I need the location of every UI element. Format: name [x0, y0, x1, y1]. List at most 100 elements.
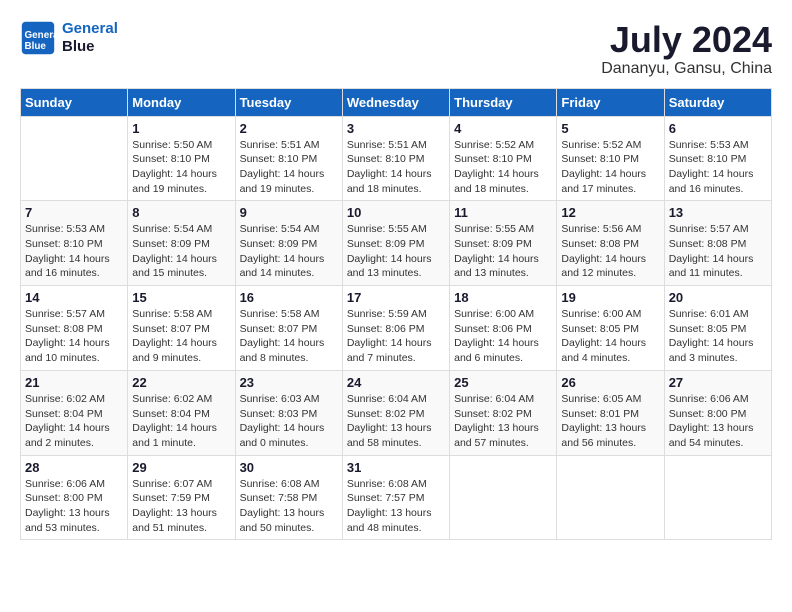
calendar-cell: 4Sunrise: 5:52 AMSunset: 8:10 PMDaylight…: [450, 116, 557, 201]
calendar-cell: 24 Sunrise: 6:04 AMSunset: 8:02 PMDayligh…: [342, 370, 449, 455]
day-number: 20: [669, 290, 767, 305]
day-number: 19: [561, 290, 659, 305]
day-info: Sunrise: 6:00 AMSunset: 8:05 PMDaylight:…: [561, 307, 659, 366]
calendar-cell: 6Sunrise: 5:53 AMSunset: 8:10 PMDaylight…: [664, 116, 771, 201]
calendar-cell: 15 Sunrise: 5:58 AMSunset: 8:07 PMDayligh…: [128, 286, 235, 371]
day-info: Sunrise: 5:50 AMSunset: 8:10 PMDaylight:…: [132, 138, 230, 197]
calendar-cell: 9Sunrise: 5:54 AMSunset: 8:09 PMDaylight…: [235, 201, 342, 286]
day-info: Sunrise: 6:07 AMSunset: 7:59 PMDaylight:…: [132, 477, 230, 536]
calendar-week-row: 7Sunrise: 5:53 AMSunset: 8:10 PMDaylight…: [21, 201, 772, 286]
day-number: 12: [561, 205, 659, 220]
logo: General Blue General Blue: [20, 20, 118, 56]
day-number: 23: [240, 375, 338, 390]
day-info: Sunrise: 5:59 AMSunset: 8:06 PMDaylight:…: [347, 307, 445, 366]
calendar-week-row: 1 Sunrise: 5:50 AMSunset: 8:10 PMDaylight…: [21, 116, 772, 201]
day-info: Sunrise: 6:02 AMSunset: 8:04 PMDaylight:…: [132, 392, 230, 451]
weekday-header-friday: Friday: [557, 88, 664, 116]
day-info: Sunrise: 5:57 AMSunset: 8:08 PMDaylight:…: [669, 222, 767, 281]
calendar-cell: 23Sunrise: 6:03 AMSunset: 8:03 PMDayligh…: [235, 370, 342, 455]
day-number: 16: [240, 290, 338, 305]
day-info: Sunrise: 5:56 AMSunset: 8:08 PMDaylight:…: [561, 222, 659, 281]
calendar-cell: 13Sunrise: 5:57 AMSunset: 8:08 PMDayligh…: [664, 201, 771, 286]
day-info: Sunrise: 6:06 AMSunset: 8:00 PMDaylight:…: [669, 392, 767, 451]
day-number: 30: [240, 460, 338, 475]
day-info: Sunrise: 5:53 AMSunset: 8:10 PMDaylight:…: [669, 138, 767, 197]
day-info: Sunrise: 6:06 AMSunset: 8:00 PMDaylight:…: [25, 477, 123, 536]
day-number: 27: [669, 375, 767, 390]
weekday-header-wednesday: Wednesday: [342, 88, 449, 116]
day-info: Sunrise: 5:55 AMSunset: 8:09 PMDaylight:…: [347, 222, 445, 281]
day-number: 26: [561, 375, 659, 390]
page-header: General Blue General Blue July 2024 Dana…: [20, 20, 772, 78]
day-number: 2: [240, 121, 338, 136]
calendar-cell: 27 Sunrise: 6:06 AMSunset: 8:00 PMDayligh…: [664, 370, 771, 455]
month-title: July 2024: [601, 20, 772, 60]
day-info: Sunrise: 5:52 AMSunset: 8:10 PMDaylight:…: [454, 138, 552, 197]
day-number: 18: [454, 290, 552, 305]
calendar-cell: 2Sunrise: 5:51 AMSunset: 8:10 PMDaylight…: [235, 116, 342, 201]
calendar-cell: 25Sunrise: 6:04 AMSunset: 8:02 PMDayligh…: [450, 370, 557, 455]
day-number: 17: [347, 290, 445, 305]
day-info: Sunrise: 5:52 AMSunset: 8:10 PMDaylight:…: [561, 138, 659, 197]
calendar-cell: 29 Sunrise: 6:07 AMSunset: 7:59 PMDayligh…: [128, 455, 235, 540]
day-info: Sunrise: 6:08 AMSunset: 7:58 PMDaylight:…: [240, 477, 338, 536]
day-number: 28: [25, 460, 123, 475]
calendar-week-row: 28 Sunrise: 6:06 AMSunset: 8:00 PMDayligh…: [21, 455, 772, 540]
day-number: 5: [561, 121, 659, 136]
calendar-cell: [557, 455, 664, 540]
calendar-cell: 19 Sunrise: 6:00 AMSunset: 8:05 PMDayligh…: [557, 286, 664, 371]
day-info: Sunrise: 5:58 AMSunset: 8:07 PMDaylight:…: [132, 307, 230, 366]
day-info: Sunrise: 6:04 AMSunset: 8:02 PMDaylight:…: [347, 392, 445, 451]
logo-icon: General Blue: [20, 20, 56, 56]
day-number: 3: [347, 121, 445, 136]
logo-text: General Blue: [62, 20, 118, 56]
day-info: Sunrise: 5:58 AMSunset: 8:07 PMDaylight:…: [240, 307, 338, 366]
day-number: 1: [132, 121, 230, 136]
day-number: 25: [454, 375, 552, 390]
calendar-cell: 11 Sunrise: 5:55 AMSunset: 8:09 PMDayligh…: [450, 201, 557, 286]
calendar-week-row: 21 Sunrise: 6:02 AMSunset: 8:04 PMDayligh…: [21, 370, 772, 455]
calendar-cell: 26 Sunrise: 6:05 AMSunset: 8:01 PMDayligh…: [557, 370, 664, 455]
calendar-cell: 20 Sunrise: 6:01 AMSunset: 8:05 PMDayligh…: [664, 286, 771, 371]
weekday-header-thursday: Thursday: [450, 88, 557, 116]
day-number: 9: [240, 205, 338, 220]
calendar-cell: 1 Sunrise: 5:50 AMSunset: 8:10 PMDaylight…: [128, 116, 235, 201]
calendar-cell: 3Sunrise: 5:51 AMSunset: 8:10 PMDaylight…: [342, 116, 449, 201]
calendar-cell: 18 Sunrise: 6:00 AMSunset: 8:06 PMDayligh…: [450, 286, 557, 371]
day-number: 21: [25, 375, 123, 390]
calendar-cell: 22 Sunrise: 6:02 AMSunset: 8:04 PMDayligh…: [128, 370, 235, 455]
day-info: Sunrise: 6:05 AMSunset: 8:01 PMDaylight:…: [561, 392, 659, 451]
weekday-header-saturday: Saturday: [664, 88, 771, 116]
calendar-cell: [664, 455, 771, 540]
calendar-cell: 14Sunrise: 5:57 AMSunset: 8:08 PMDayligh…: [21, 286, 128, 371]
day-number: 10: [347, 205, 445, 220]
day-number: 31: [347, 460, 445, 475]
day-info: Sunrise: 5:55 AMSunset: 8:09 PMDaylight:…: [454, 222, 552, 281]
calendar-cell: 7Sunrise: 5:53 AMSunset: 8:10 PMDaylight…: [21, 201, 128, 286]
day-info: Sunrise: 5:53 AMSunset: 8:10 PMDaylight:…: [25, 222, 123, 281]
location-subtitle: Dananyu, Gansu, China: [601, 60, 772, 78]
day-info: Sunrise: 6:00 AMSunset: 8:06 PMDaylight:…: [454, 307, 552, 366]
day-number: 15: [132, 290, 230, 305]
day-number: 11: [454, 205, 552, 220]
calendar-cell: [21, 116, 128, 201]
day-info: Sunrise: 6:02 AMSunset: 8:04 PMDaylight:…: [25, 392, 123, 451]
weekday-header-tuesday: Tuesday: [235, 88, 342, 116]
calendar-cell: 30 Sunrise: 6:08 AMSunset: 7:58 PMDayligh…: [235, 455, 342, 540]
svg-text:Blue: Blue: [25, 41, 47, 52]
calendar-table: SundayMondayTuesdayWednesdayThursdayFrid…: [20, 88, 772, 541]
calendar-cell: 16 Sunrise: 5:58 AMSunset: 8:07 PMDayligh…: [235, 286, 342, 371]
calendar-cell: 28 Sunrise: 6:06 AMSunset: 8:00 PMDayligh…: [21, 455, 128, 540]
title-block: July 2024 Dananyu, Gansu, China: [601, 20, 772, 78]
day-number: 22: [132, 375, 230, 390]
calendar-cell: 10 Sunrise: 5:55 AMSunset: 8:09 PMDayligh…: [342, 201, 449, 286]
calendar-week-row: 14Sunrise: 5:57 AMSunset: 8:08 PMDayligh…: [21, 286, 772, 371]
day-number: 29: [132, 460, 230, 475]
calendar-cell: 8Sunrise: 5:54 AMSunset: 8:09 PMDaylight…: [128, 201, 235, 286]
day-number: 8: [132, 205, 230, 220]
day-info: Sunrise: 5:57 AMSunset: 8:08 PMDaylight:…: [25, 307, 123, 366]
day-number: 24: [347, 375, 445, 390]
weekday-header-sunday: Sunday: [21, 88, 128, 116]
calendar-cell: 21 Sunrise: 6:02 AMSunset: 8:04 PMDayligh…: [21, 370, 128, 455]
day-info: Sunrise: 6:01 AMSunset: 8:05 PMDaylight:…: [669, 307, 767, 366]
